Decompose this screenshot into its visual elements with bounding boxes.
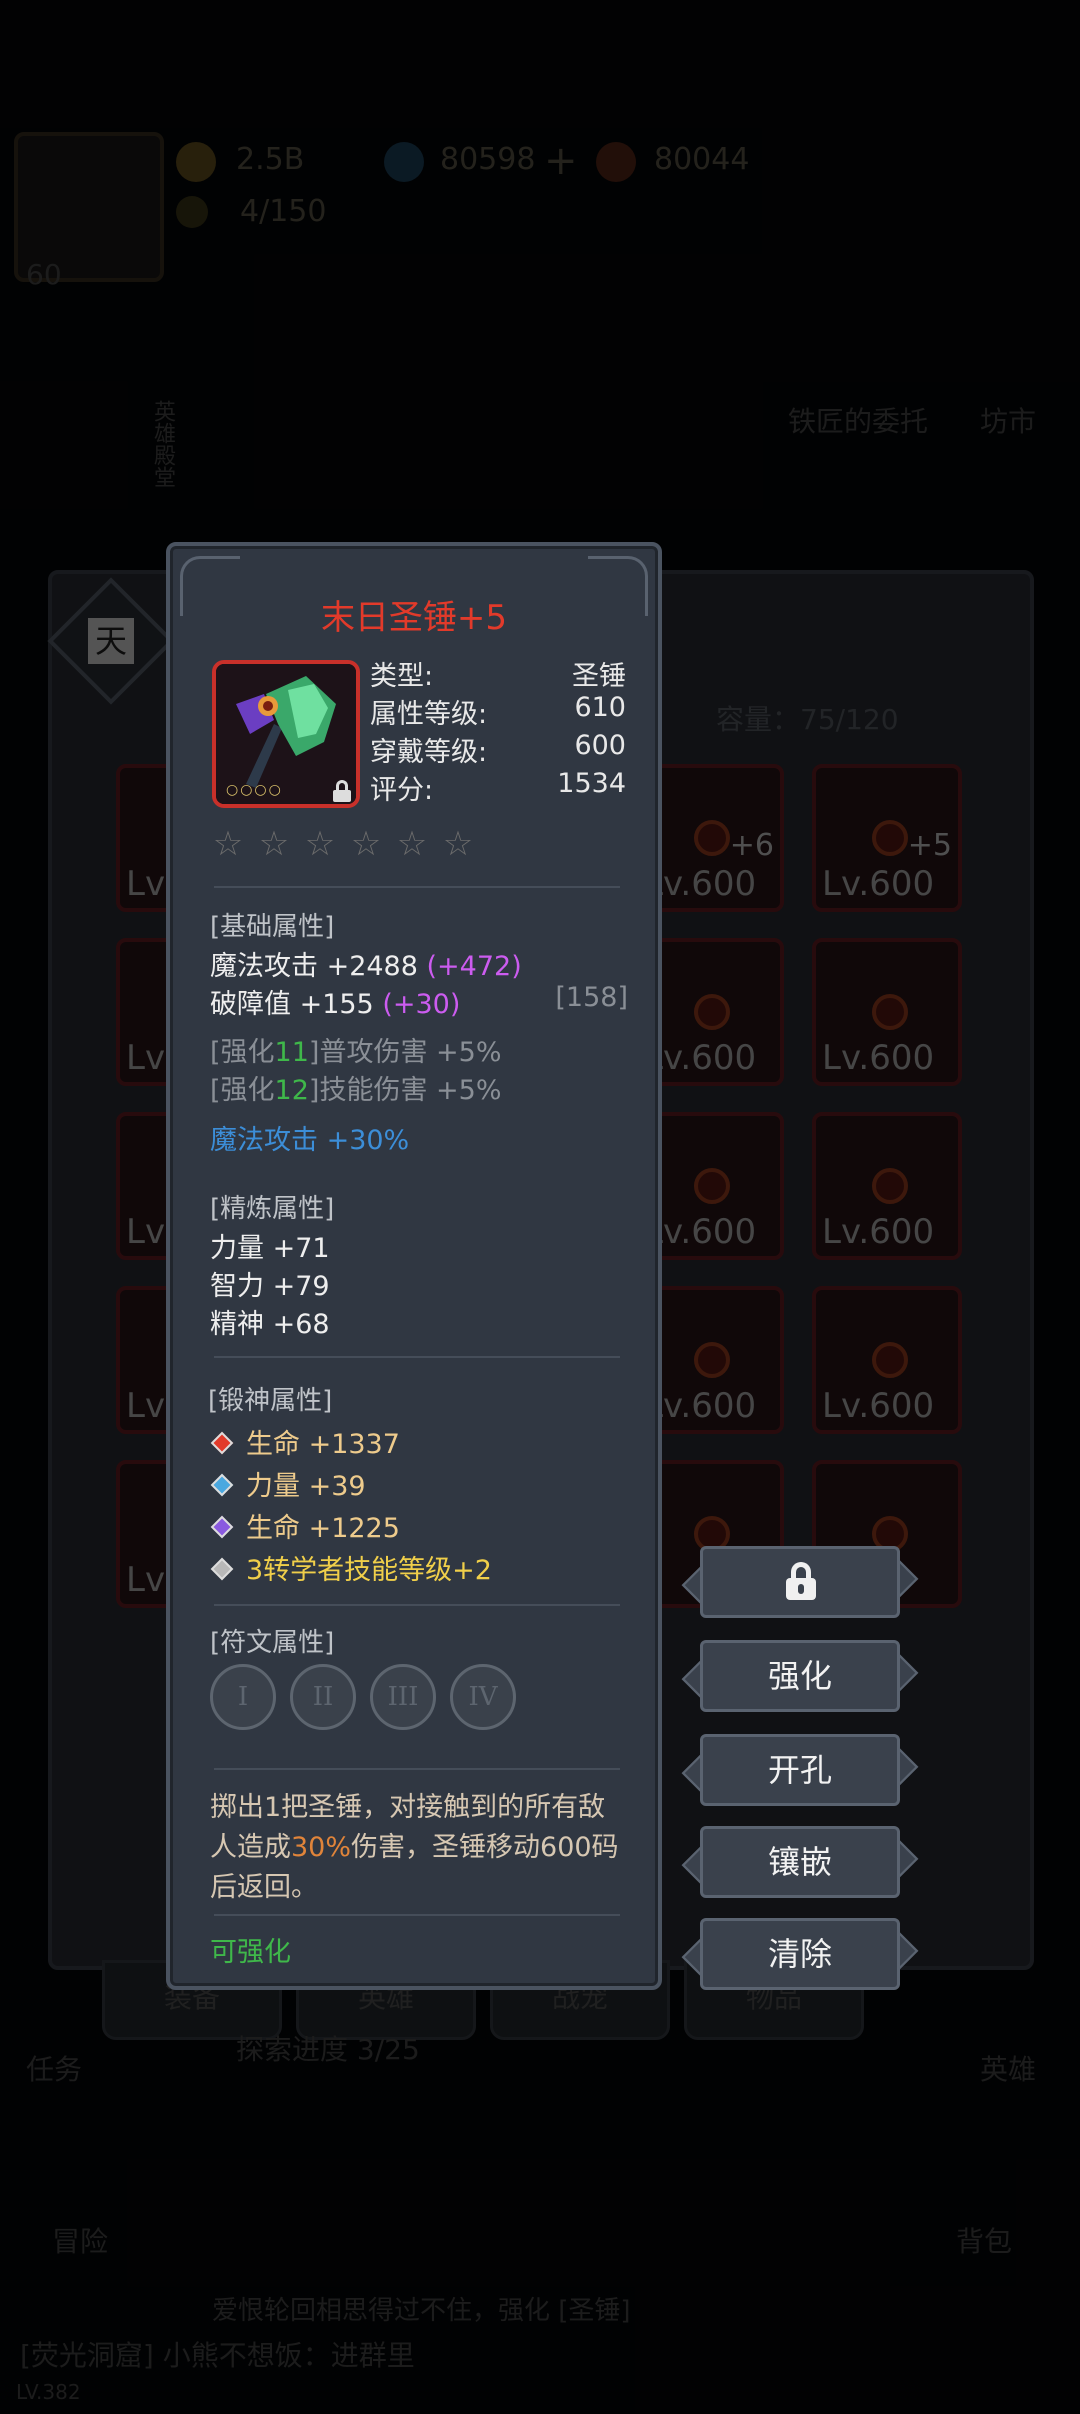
forge-attr-2: 力量 +39 — [208, 1464, 366, 1503]
market-label[interactable]: 坊市 — [980, 400, 1036, 440]
forge-attr-1: 生命 +1337 — [208, 1422, 400, 1461]
rune-slot-3[interactable]: III — [370, 1664, 436, 1730]
gold-amount: 2.5B — [236, 142, 305, 177]
explore-progress: 探索进度 3/25 — [236, 2033, 420, 2066]
magic-attack-line: 魔法攻击 +2488 (+472) — [210, 951, 522, 982]
enhance-status: 可强化 — [210, 1937, 291, 1968]
star-icon: ☆ — [304, 824, 336, 864]
energy-icon — [596, 142, 636, 182]
inlay-button[interactable]: 镶嵌 — [681, 1822, 919, 1902]
enhance-12-line: [强化12]技能伤害 +5% — [210, 1075, 502, 1106]
red-gem-icon — [210, 1431, 234, 1454]
item-type-row: 类型: 圣锤 — [370, 654, 626, 692]
refine-attrs-header: [精炼属性] — [210, 1194, 335, 1224]
blacksmith-task-label[interactable]: 铁匠的委托 — [788, 400, 928, 440]
enhance-button[interactable]: 强化 — [681, 1636, 919, 1716]
star-icon: ☆ — [258, 824, 290, 864]
enhance-11-line: [强化11]普攻伤害 +5% — [210, 1037, 502, 1068]
wear-level-value: 600 — [574, 730, 626, 761]
stamina-amount: 4/150 — [240, 194, 327, 229]
player-level-footer: LV.382 — [16, 2380, 81, 2404]
base-attrs-header: [基础属性] — [210, 912, 335, 942]
attr-level-label: 属性等级: — [370, 699, 488, 730]
divider — [214, 1604, 620, 1606]
refine-strength: 力量 +71 — [210, 1233, 330, 1264]
shield-break-bonus: (+30) — [382, 989, 461, 1020]
item-type-value: 圣锤 — [572, 661, 626, 692]
star-icon: ☆ — [350, 824, 382, 864]
shield-break-line: 破障值 +155 (+30) [158] — [210, 982, 628, 1020]
item-name: 末日圣锤+5 — [320, 598, 508, 638]
inventory-slot[interactable]: Lv.600 — [812, 938, 962, 1086]
forge-attr-3: 生命 +1225 — [208, 1506, 400, 1545]
game-screen: 60 2.5B 80598 + 80044 4/150 铁匠的委托 坊市 英雄殿… — [0, 0, 1080, 2414]
hero-hall-label[interactable]: 英雄殿堂 — [146, 400, 178, 488]
quest-button[interactable]: 任务 — [26, 2048, 82, 2088]
divider — [214, 1356, 620, 1358]
star-icon: ☆ — [442, 824, 474, 864]
rune-slot-2[interactable]: II — [290, 1664, 356, 1730]
refine-intelligence: 智力 +79 — [210, 1271, 330, 1302]
score-value: 1534 — [557, 768, 626, 799]
divider — [214, 1914, 620, 1916]
refine-spirit: 精神 +68 — [210, 1309, 330, 1340]
lock-button[interactable] — [681, 1542, 919, 1622]
item-icon: ○○○○ — [212, 660, 360, 808]
chat-line: [荧光洞窟] 小熊不想饭：进群里 — [20, 2339, 415, 2372]
damage-highlight: 30% — [291, 1832, 352, 1863]
energy-amount: 80044 — [654, 142, 750, 177]
add-diamond-icon[interactable]: + — [544, 138, 578, 184]
heroes-button[interactable]: 英雄 — [980, 2048, 1036, 2088]
star-icon: ☆ — [396, 824, 428, 864]
gold-coin-icon — [176, 142, 216, 182]
attr-level-value: 610 — [574, 692, 626, 723]
star-icon: ☆ — [212, 824, 244, 864]
forge-attrs-header: [锻神属性] — [208, 1386, 333, 1416]
divider — [214, 886, 620, 888]
inventory-slot[interactable]: Lv.600 — [812, 1112, 962, 1260]
adventure-button[interactable]: 冒险 — [52, 2220, 108, 2260]
diamond-amount: 80598 — [440, 142, 536, 177]
shield-break-extra: [158] — [555, 982, 628, 1013]
socket-indicators: ○○○○ — [226, 782, 283, 798]
score-label: 评分: — [370, 775, 434, 806]
white-gem-icon — [210, 1557, 234, 1580]
blue-gem-icon — [210, 1473, 234, 1496]
rune-slot-4[interactable]: IV — [450, 1664, 516, 1730]
forge-attr-4: 3转学者技能等级+2 — [208, 1548, 492, 1587]
sky-badge-label: 天 — [88, 618, 134, 664]
divider — [214, 1768, 620, 1770]
player-level: 60 — [26, 258, 62, 291]
score-row: 评分: 1534 — [370, 768, 626, 806]
capacity-label: 容量：75/120 — [716, 703, 899, 736]
stamina-icon — [176, 196, 208, 228]
chat-line: 爱恨轮回相思得过不住，强化 [圣锤] — [212, 2296, 631, 2326]
item-type-label: 类型: — [370, 661, 434, 692]
backpack-button[interactable]: 背包 — [956, 2220, 1012, 2260]
special-attr-line: 魔法攻击 +30% — [210, 1125, 410, 1156]
magic-attack-bonus: (+472) — [426, 951, 522, 982]
inventory-slot[interactable]: +5 Lv.600 — [812, 764, 962, 912]
skill-description: 掷出1把圣锤，对接触到的所有敌人造成30%伤害，圣锤移动600码后返回。 — [210, 1792, 619, 1903]
item-tooltip: 末日圣锤+5 ○○○○ 类型: 圣锤 属性等级: 610 穿戴等级: 600 评… — [166, 542, 662, 1990]
wear-level-label: 穿戴等级: — [370, 737, 488, 768]
rune-attrs-header: [符文属性] — [210, 1628, 335, 1658]
wear-level-row: 穿戴等级: 600 — [370, 730, 626, 768]
rune-slot-1[interactable]: I — [210, 1664, 276, 1730]
inventory-slot[interactable]: Lv.600 — [812, 1286, 962, 1434]
attr-level-row: 属性等级: 610 — [370, 692, 626, 730]
clear-button[interactable]: 清除 — [681, 1914, 919, 1994]
socket-button[interactable]: 开孔 — [681, 1730, 919, 1810]
lock-icon — [786, 1562, 816, 1602]
diamond-icon — [384, 142, 424, 182]
purple-gem-icon — [210, 1515, 234, 1538]
lock-icon — [332, 780, 352, 802]
